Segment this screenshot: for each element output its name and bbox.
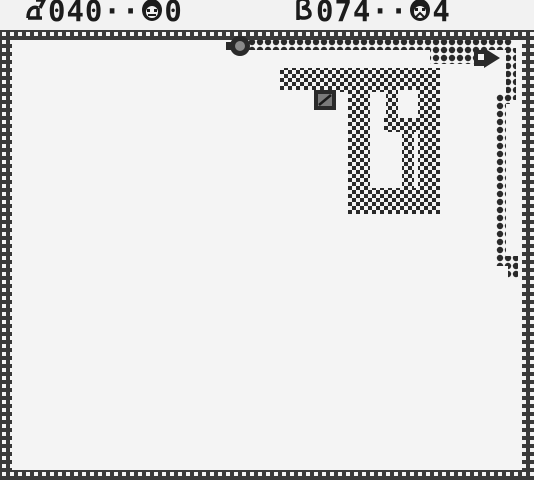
player2-lives: 4 (432, 0, 451, 28)
wall-structure (280, 68, 440, 214)
score-bar: 040·· 0 074·· 4 (0, 0, 534, 30)
player1-separator: ·· (103, 0, 141, 28)
player1-score-group: 040·· 0 (24, 0, 183, 26)
arena-border (0, 30, 534, 480)
player1-sigma-icon (24, 0, 48, 27)
powerup-item (314, 90, 336, 110)
player2-cycle-head (474, 48, 500, 68)
player1-lives-icon (140, 0, 164, 29)
player2-beta-icon (292, 0, 316, 27)
player2-score: 074 (316, 0, 372, 28)
player2-separator: ·· (371, 0, 409, 28)
arena-canvas (0, 30, 534, 480)
player2-lives-icon (408, 0, 432, 29)
game-screen: 040·· 0 074·· 4 (0, 0, 534, 480)
player1-trail (242, 40, 512, 64)
player2-score-group: 074·· 4 (292, 0, 451, 26)
player1-score: 040 (48, 0, 104, 28)
game-arena (0, 30, 534, 480)
player2-trail (496, 48, 518, 278)
player1-lives: 0 (164, 0, 183, 28)
